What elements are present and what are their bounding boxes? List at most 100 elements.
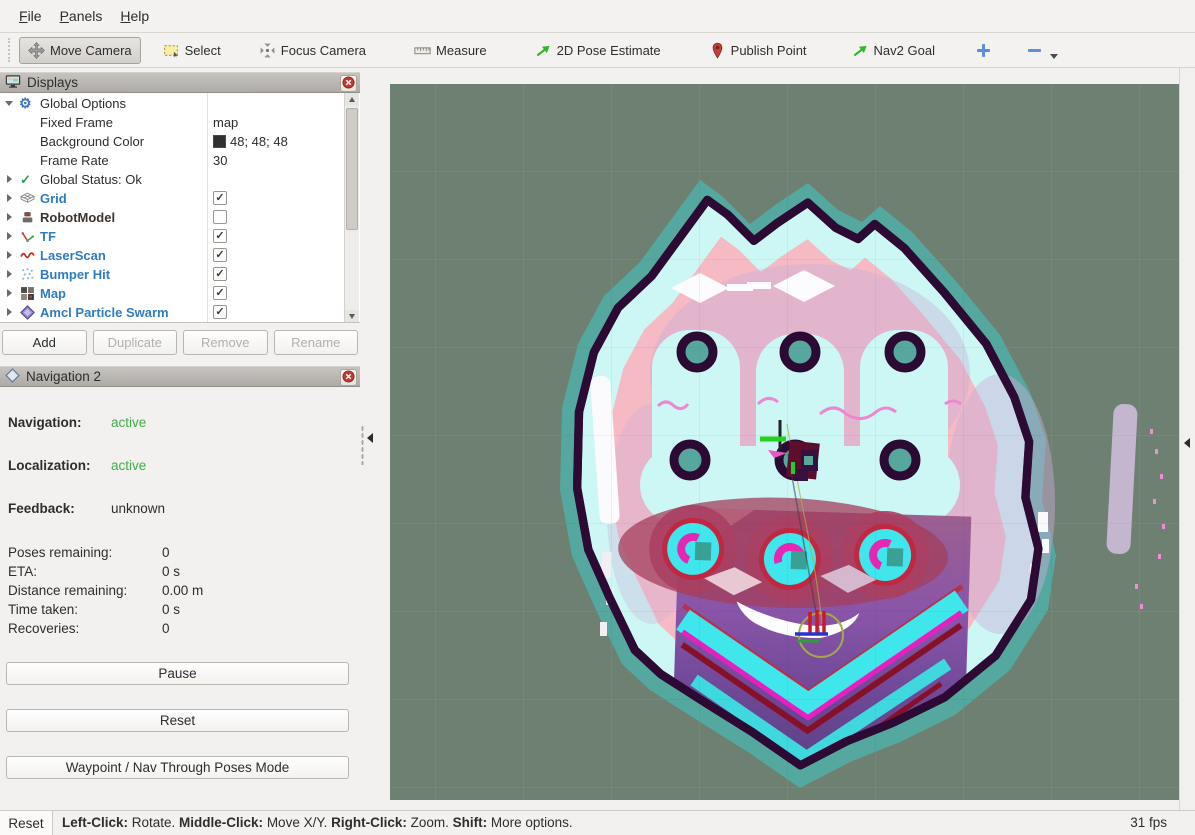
frame-rate-value[interactable]: 30 [213,151,227,170]
tool-move-camera[interactable]: Move Camera [19,37,141,64]
displays-close-button[interactable] [340,75,357,92]
tree-row-global-options[interactable]: ⚙ Global Options [0,94,344,113]
tool-nav2-goal[interactable]: Nav2 Goal [843,37,944,64]
tool-dropdown-arrow-icon[interactable] [1050,54,1058,59]
tf-axes-icon [20,229,35,244]
tree-row-bumper-hit[interactable]: Bumper Hit ✓ [0,265,344,284]
menu-help[interactable]: Help [111,4,158,28]
tool-select[interactable]: Select [154,37,230,64]
mouse-help-text: Left-Click: Rotate. Middle-Click: Move X… [62,811,573,835]
map-checkbox[interactable]: ✓ [213,286,227,300]
pause-button[interactable]: Pause [6,662,349,685]
nav2-panel-title: Navigation 2 [26,369,101,384]
feedback-status-value: unknown [111,501,165,516]
right-splitter-arrow-icon[interactable] [1184,438,1190,448]
select-icon [163,42,180,59]
rviz-window: File Panels Help Move Camera Select Focu… [0,0,1195,835]
expand-arrow-icon[interactable] [7,175,12,183]
tree-row-laserscan[interactable]: LaserScan ✓ [0,246,344,265]
splitter-collapse-arrow-icon[interactable] [367,433,373,443]
toolbar-grip[interactable] [8,38,15,62]
remove-display-button: Remove [183,330,268,355]
tree-row-amcl-particle-swarm[interactable]: Amcl Particle Swarm ✓ [0,303,344,322]
expand-arrow-icon[interactable] [7,308,12,316]
nav2-goal-arrow-icon [852,42,869,59]
expand-arrow-icon[interactable] [7,213,12,221]
menu-bar: File Panels Help [0,0,1195,33]
recoveries-label: Recoveries: [8,621,79,636]
tree-row-background-color[interactable]: Background Color 48; 48; 48 [0,132,344,151]
splitter-grip-dots [361,425,364,465]
poses-remaining-label: Poses remaining: [8,545,112,560]
tf-checkbox[interactable]: ✓ [213,229,227,243]
right-panel-splitter[interactable] [1179,68,1195,810]
background-color-value[interactable]: 48; 48; 48 [213,132,288,151]
tree-row-map[interactable]: Map ✓ [0,284,344,303]
navigation2-diamond-icon [5,368,20,386]
toolbar: Move Camera Select Focus Camera Measure … [0,33,1195,68]
navigation-status-value: active [111,415,146,430]
displays-tree: ⚙ Global Options Fixed Frame map Backgro… [0,93,360,323]
scrollbar-thumb[interactable] [346,108,358,230]
menu-file[interactable]: File [10,4,51,28]
recoveries-value: 0 [162,621,170,636]
fps-counter: 31 fps [1130,811,1167,835]
tree-row-robotmodel[interactable]: RobotModel [0,208,344,227]
3d-viewport[interactable] [390,84,1179,800]
laserscan-checkbox[interactable]: ✓ [213,248,227,262]
menu-panels[interactable]: Panels [51,4,112,28]
collapse-arrow-icon[interactable] [5,101,13,106]
grid-icon [20,191,35,206]
bumper-hit-icon [20,267,35,282]
reset-time-button[interactable]: Reset [0,811,53,835]
map-icon [20,286,35,301]
expand-arrow-icon[interactable] [7,270,12,278]
tool-publish-point[interactable]: Publish Point [700,37,816,64]
amcl-diamond-icon [20,305,35,320]
tree-row-grid[interactable]: Grid ✓ [0,189,344,208]
fixed-frame-value[interactable]: map [213,113,238,132]
navigation-status-label: Navigation: [8,415,82,430]
tree-row-frame-rate[interactable]: Frame Rate 30 [0,151,344,170]
expand-arrow-icon[interactable] [7,194,12,202]
scrollbar-up-arrow[interactable] [345,93,359,106]
check-icon: ✓ [20,170,31,189]
tool-remove[interactable] [1017,37,1065,64]
expand-arrow-icon[interactable] [7,289,12,297]
amcl-checkbox[interactable]: ✓ [213,305,227,319]
nav2-close-button[interactable] [340,369,357,386]
tree-scrollbar[interactable] [344,93,359,323]
robotmodel-checkbox[interactable] [213,210,227,224]
time-taken-label: Time taken: [8,602,78,617]
tool-measure[interactable]: Measure [405,37,496,64]
grid-checkbox[interactable]: ✓ [213,191,227,205]
publish-point-pin-icon [709,42,726,59]
grid-overlay [390,84,1179,800]
expand-arrow-icon[interactable] [7,232,12,240]
focus-camera-icon [259,42,276,59]
render-view [390,84,1179,800]
tool-2d-pose-estimate[interactable]: 2D Pose Estimate [526,37,670,64]
displays-monitor-icon [5,74,21,92]
tree-row-fixed-frame[interactable]: Fixed Frame map [0,113,344,132]
expand-arrow-icon[interactable] [7,251,12,259]
panel-splitter[interactable] [360,68,390,810]
tool-focus-camera[interactable]: Focus Camera [250,37,375,64]
status-bar: Reset Left-Click: Rotate. Middle-Click: … [0,810,1195,835]
waypoint-mode-button[interactable]: Waypoint / Nav Through Poses Mode [6,756,349,779]
localization-status-value: active [111,458,146,473]
tree-row-tf[interactable]: TF ✓ [0,227,344,246]
tool-add[interactable] [966,37,1001,64]
nav2-panel-titlebar: Navigation 2 [0,366,360,387]
scrollbar-down-arrow[interactable] [345,310,359,323]
feedback-status-label: Feedback: [8,501,75,516]
remove-tool-minus-icon [1026,42,1043,59]
add-tool-plus-icon [975,42,992,59]
add-display-button[interactable]: Add [2,330,87,355]
tree-row-global-status[interactable]: ✓ Global Status: Ok [0,170,344,189]
bumper-hit-checkbox[interactable]: ✓ [213,267,227,281]
localization-status-label: Localization: [8,458,91,473]
laserscan-icon [20,248,35,263]
reset-button[interactable]: Reset [6,709,349,732]
close-icon [342,76,355,92]
